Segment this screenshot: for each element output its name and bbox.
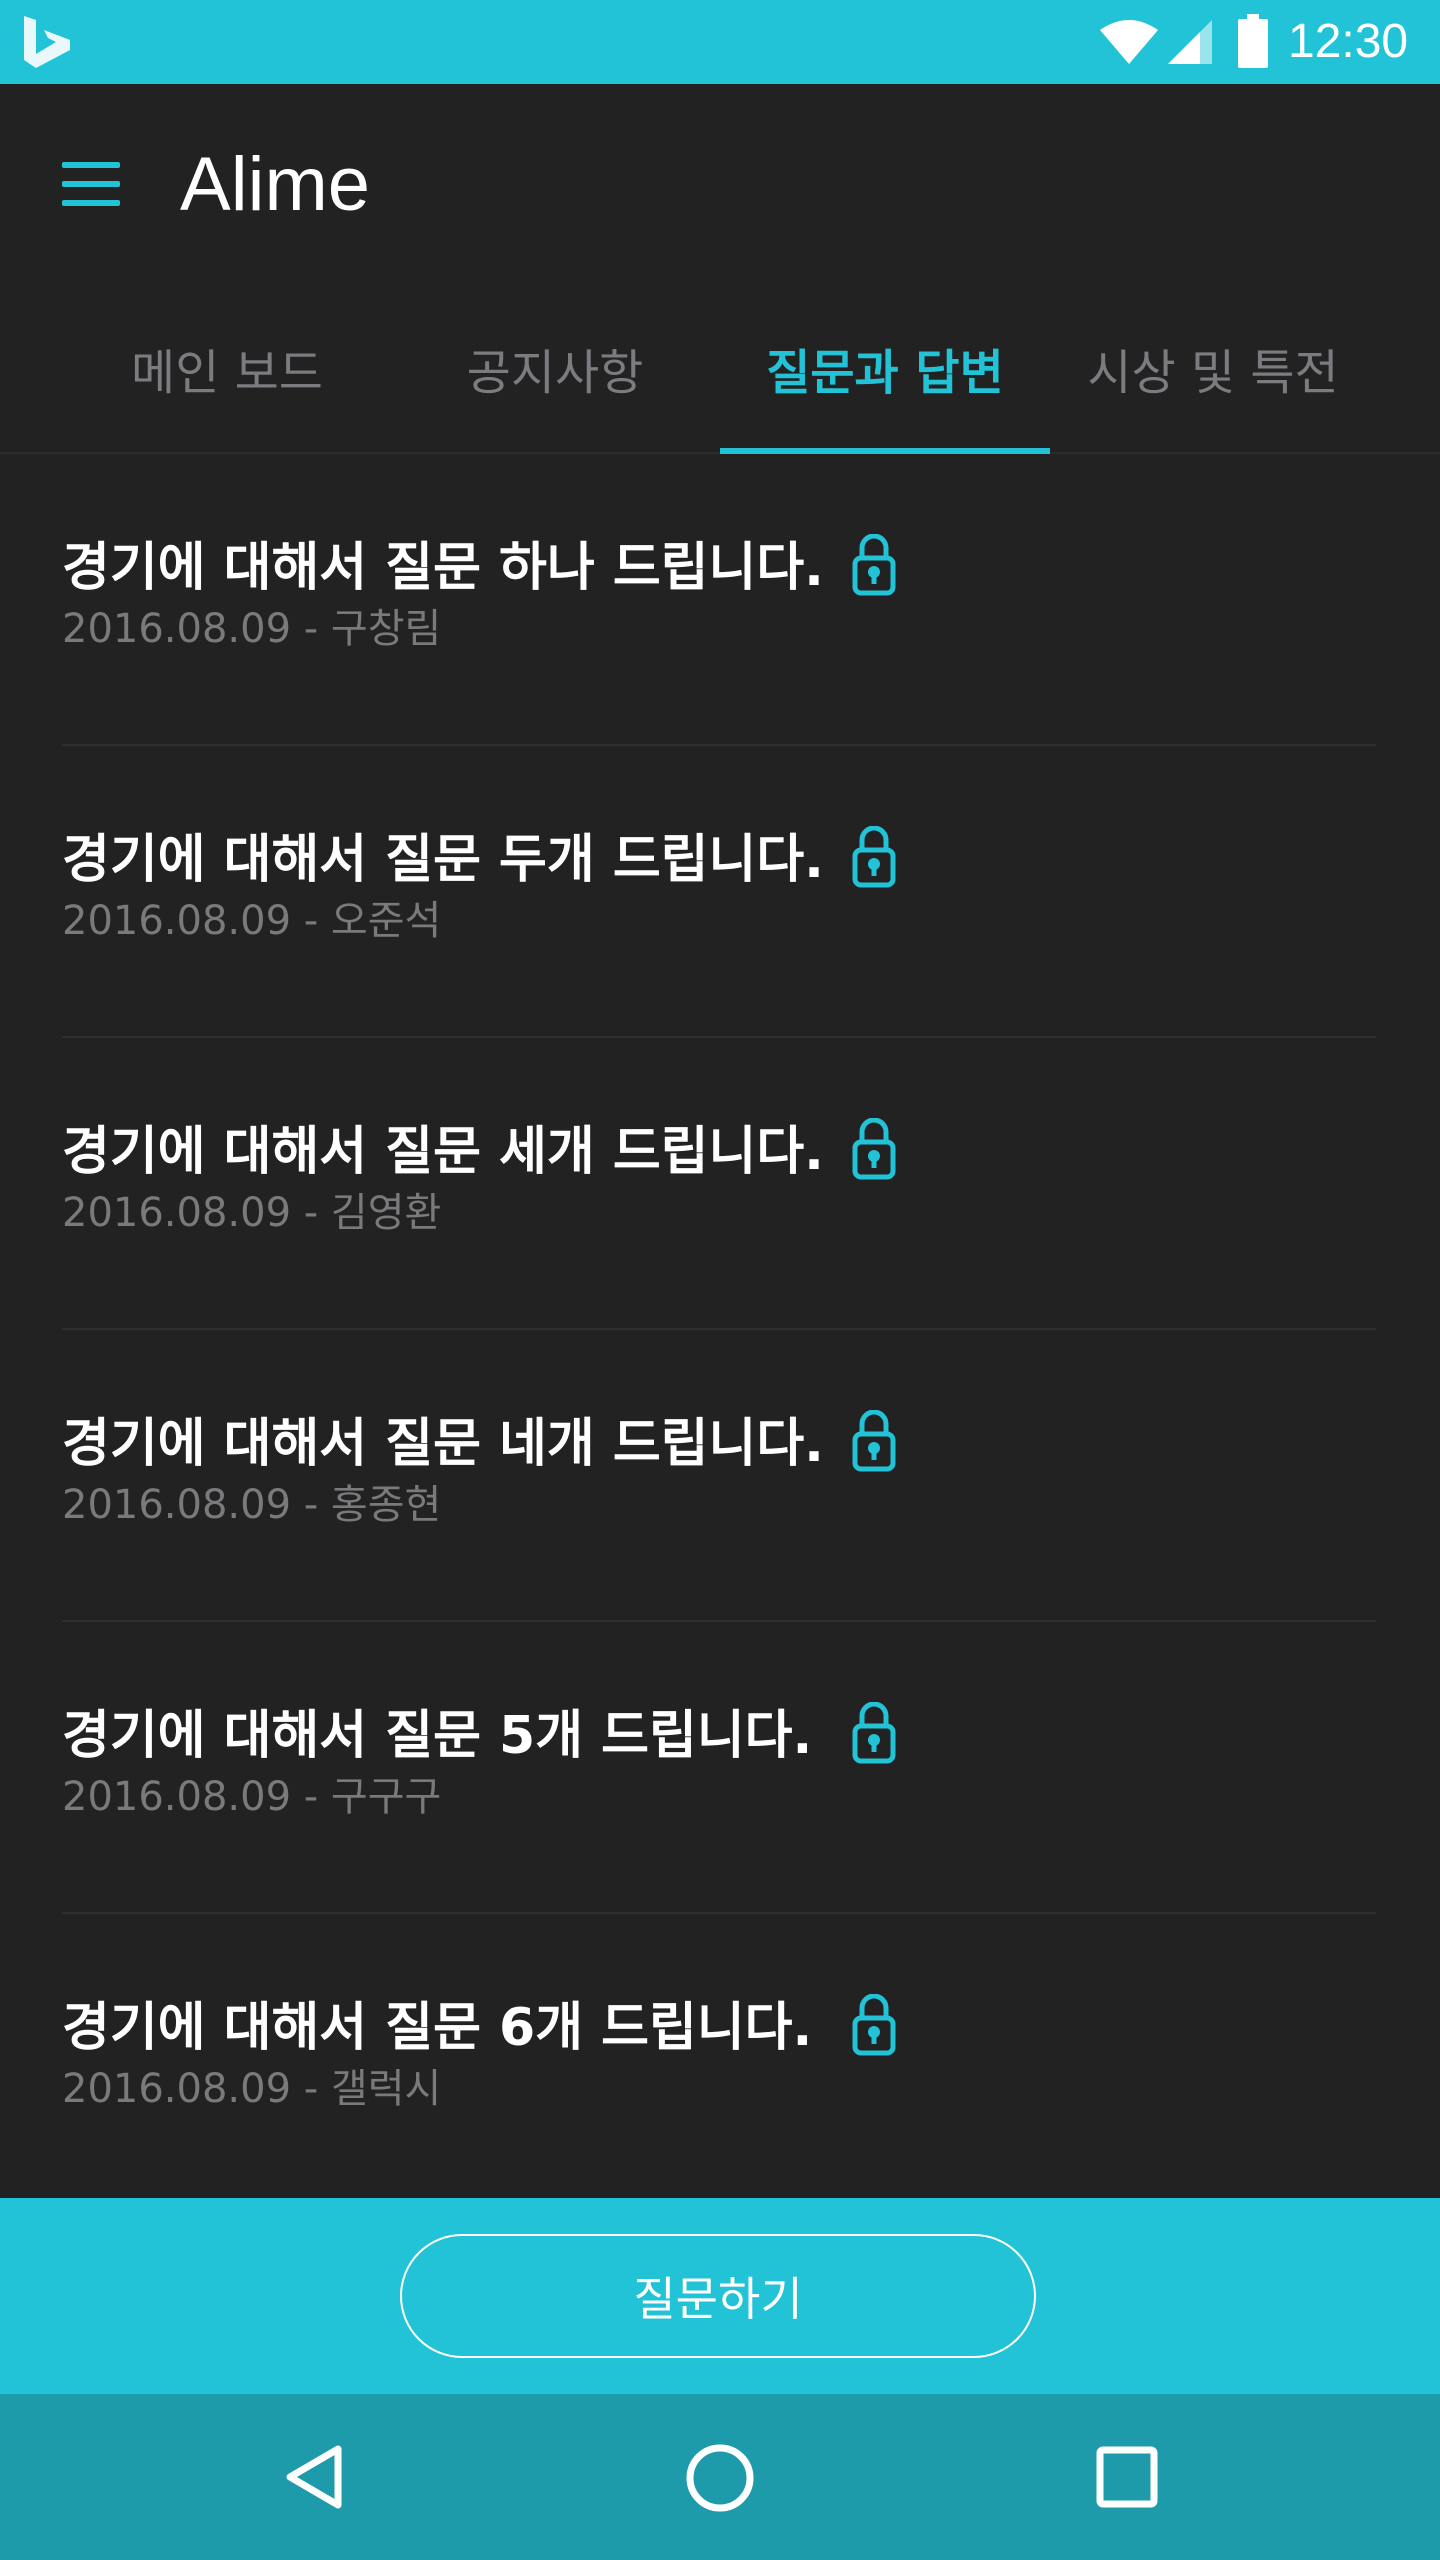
question-author: 홍종현 — [330, 1482, 442, 1528]
tab-label: 공지사항 — [466, 345, 644, 401]
tab-bar: 메인 보드 공지사항 질문과 답변 시상 및 특전 — [0, 284, 1440, 454]
lock-icon — [852, 1410, 896, 1472]
list-item[interactable]: 경기에 대해서 질문 5개 드립니다. 2016.08.09 - 구구구 — [62, 1622, 1376, 1914]
question-date: 2016.08.09 — [62, 1482, 292, 1528]
meta-separator: - — [291, 898, 331, 944]
list-item[interactable]: 경기에 대해서 질문 하나 드립니다. 2016.08.09 - 구창림 — [62, 454, 1376, 746]
tab-awards[interactable]: 시상 및 특전 — [1048, 284, 1378, 452]
question-author: 김영환 — [330, 1190, 442, 1236]
question-author: 구창림 — [330, 606, 442, 652]
question-meta: 2016.08.09 - 구구구 — [62, 1772, 441, 1822]
back-icon[interactable] — [282, 2444, 348, 2510]
question-title: 경기에 대해서 질문 6개 드립니다. — [62, 1998, 813, 2058]
question-date: 2016.08.09 — [62, 1774, 292, 1820]
tab-label: 질문과 답변 — [766, 345, 1004, 401]
meta-separator: - — [291, 1482, 331, 1528]
question-date: 2016.08.09 — [62, 2066, 292, 2112]
question-meta: 2016.08.09 - 김영환 — [62, 1188, 441, 1238]
menu-icon[interactable] — [62, 162, 120, 206]
question-title: 경기에 대해서 질문 네개 드립니다. — [62, 1414, 824, 1474]
system-nav-bar — [0, 2394, 1440, 2560]
question-title: 경기에 대해서 질문 하나 드립니다. — [62, 538, 824, 598]
app-title: Alime — [180, 142, 371, 227]
action-area: 질문하기 — [0, 2198, 1440, 2394]
ask-question-button[interactable]: 질문하기 — [400, 2234, 1036, 2358]
question-meta: 2016.08.09 - 구창림 — [62, 604, 441, 654]
app-bar: Alime — [0, 84, 1440, 284]
list-item[interactable]: 경기에 대해서 질문 6개 드립니다. 2016.08.09 - 갤럭시 — [62, 1914, 1376, 2206]
question-date: 2016.08.09 — [62, 606, 292, 652]
bing-logo-icon — [24, 16, 70, 68]
lock-icon — [852, 1118, 896, 1180]
status-bar: 12:30 — [0, 0, 1440, 84]
question-title: 경기에 대해서 질문 세개 드립니다. — [62, 1122, 824, 1182]
meta-separator: - — [291, 606, 331, 652]
list-item[interactable]: 경기에 대해서 질문 두개 드립니다. 2016.08.09 - 오준석 — [62, 746, 1376, 1038]
home-icon[interactable] — [684, 2442, 756, 2514]
battery-icon — [1238, 14, 1268, 68]
question-author: 오준석 — [330, 898, 442, 944]
question-author: 구구구 — [330, 1774, 442, 1820]
tab-qna[interactable]: 질문과 답변 — [720, 284, 1050, 454]
signal-icon — [1168, 20, 1212, 64]
question-date: 2016.08.09 — [62, 1190, 292, 1236]
tab-main-board[interactable]: 메인 보드 — [62, 284, 392, 452]
tab-notices[interactable]: 공지사항 — [390, 284, 720, 452]
question-title: 경기에 대해서 질문 두개 드립니다. — [62, 830, 824, 890]
lock-icon — [852, 1702, 896, 1764]
question-meta: 2016.08.09 - 갤럭시 — [62, 2064, 441, 2114]
meta-separator: - — [291, 1774, 331, 1820]
question-date: 2016.08.09 — [62, 898, 292, 944]
tab-label: 메인 보드 — [131, 345, 323, 401]
lock-icon — [852, 1994, 896, 2056]
status-time: 12:30 — [1288, 15, 1409, 68]
question-meta: 2016.08.09 - 홍종현 — [62, 1480, 441, 1530]
recents-icon[interactable] — [1094, 2444, 1160, 2510]
meta-separator: - — [291, 1190, 331, 1236]
question-meta: 2016.08.09 - 오준석 — [62, 896, 441, 946]
meta-separator: - — [291, 2066, 331, 2112]
lock-icon — [852, 826, 896, 888]
list-item[interactable]: 경기에 대해서 질문 네개 드립니다. 2016.08.09 - 홍종현 — [62, 1330, 1376, 1622]
tab-label: 시상 및 특전 — [1087, 345, 1339, 401]
lock-icon — [852, 534, 896, 596]
question-title: 경기에 대해서 질문 5개 드립니다. — [62, 1706, 813, 1766]
list-item[interactable]: 경기에 대해서 질문 세개 드립니다. 2016.08.09 - 김영환 — [62, 1038, 1376, 1330]
question-author: 갤럭시 — [330, 2066, 442, 2112]
wifi-icon — [1100, 20, 1158, 64]
